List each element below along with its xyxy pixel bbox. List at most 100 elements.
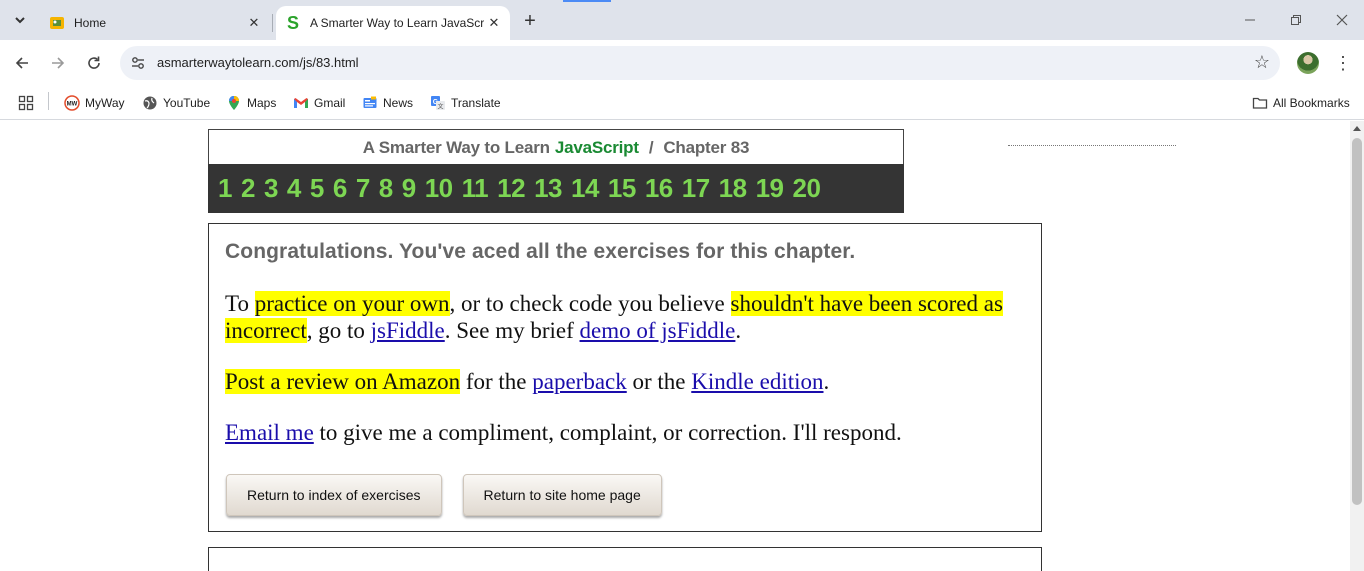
site-settings-icon[interactable]: [128, 53, 148, 73]
scrollbar-thumb[interactable]: [1352, 138, 1362, 505]
jsfiddle-demo-link[interactable]: demo of jsFiddle: [580, 318, 736, 343]
paperback-link[interactable]: paperback: [532, 369, 627, 394]
chapter-link-17[interactable]: 17: [682, 173, 710, 204]
chapter-link-12[interactable]: 12: [497, 173, 525, 204]
chapter-link-6[interactable]: 6: [333, 173, 347, 204]
bookmark-label: Gmail: [314, 96, 346, 110]
chapter-link-11[interactable]: 11: [462, 173, 489, 204]
chapter-link-2[interactable]: 2: [241, 173, 255, 204]
chapter-link-4[interactable]: 4: [287, 173, 301, 204]
reload-icon[interactable]: [82, 51, 106, 75]
kindle-link[interactable]: Kindle edition: [691, 369, 823, 394]
bookmark-youtube[interactable]: YouTube: [142, 92, 210, 114]
address-bar[interactable]: asmarterwaytolearn.com/js/83.html ☆: [120, 46, 1280, 80]
chapter-link-7[interactable]: 7: [356, 173, 370, 204]
bookmark-label: YouTube: [163, 96, 211, 110]
chapter-link-18[interactable]: 18: [719, 173, 747, 204]
chapter-link-8[interactable]: 8: [379, 173, 393, 204]
title-language: JavaScript: [554, 137, 639, 157]
chapter-number-nav: 1 2 3 4 5 6 7 8 9 10 11 12 13 14 15 16 17 18 19 20: [208, 164, 904, 213]
myway-icon: MW: [64, 95, 80, 111]
translate-icon: G文: [430, 95, 446, 111]
tab-strip: Home ✕ S A Smarter Way to Learn JavaScr …: [0, 0, 1364, 40]
chapter-link-14[interactable]: 14: [571, 173, 599, 204]
bookmark-label: MyWay: [85, 96, 125, 110]
close-icon[interactable]: ✕: [244, 13, 264, 33]
tab-title: A Smarter Way to Learn JavaScr: [310, 16, 484, 30]
return-home-button[interactable]: Return to site home page: [462, 474, 662, 516]
chapter-link-9[interactable]: 9: [402, 173, 416, 204]
bookmark-label: Maps: [247, 96, 277, 110]
jsfiddle-link[interactable]: jsFiddle: [371, 318, 445, 343]
folder-icon: [1252, 95, 1268, 111]
congratulations-heading: Congratulations. You've aced all the exe…: [225, 240, 856, 263]
chapter-link-16[interactable]: 16: [645, 173, 673, 204]
chevron-down-icon: [15, 17, 25, 24]
email-link[interactable]: Email me: [225, 420, 314, 445]
bookmark-star-icon[interactable]: ☆: [1254, 52, 1270, 73]
chapter-link-13[interactable]: 13: [534, 173, 562, 204]
all-bookmarks-label: All Bookmarks: [1273, 96, 1350, 110]
text: , or to check code you believe: [449, 291, 731, 316]
title-prefix: A Smarter Way to Learn: [362, 137, 550, 157]
scroll-up-arrow-icon[interactable]: [1353, 126, 1361, 131]
button-row: Return to index of exercises Return to s…: [226, 474, 683, 516]
vertical-scrollbar[interactable]: [1350, 121, 1364, 571]
return-index-button[interactable]: Return to index of exercises: [226, 474, 442, 516]
tab-home[interactable]: Home ✕: [40, 6, 270, 40]
bookmark-label: Translate: [451, 96, 501, 110]
smarter-way-favicon-icon: S: [286, 13, 299, 33]
text: .: [823, 369, 830, 394]
text: to give me a compliment, complaint, or c…: [313, 420, 902, 445]
profile-avatar[interactable]: [1297, 52, 1319, 74]
maps-icon: [226, 95, 242, 111]
restore-icon[interactable]: [1286, 10, 1306, 30]
review-paragraph: Post a review on Amazon for the paperbac…: [225, 368, 1025, 395]
chapter-link-5[interactable]: 5: [310, 173, 324, 204]
close-window-icon[interactable]: [1332, 10, 1352, 30]
text: To: [225, 291, 255, 316]
tab-activity-indicator: [563, 0, 611, 2]
svg-text:文: 文: [437, 103, 443, 111]
back-arrow-icon[interactable]: [10, 51, 34, 75]
next-section-box: [208, 547, 1042, 571]
highlight-practice: practice on your own: [254, 291, 450, 316]
all-bookmarks[interactable]: All Bookmarks: [1252, 92, 1350, 114]
tab-title: Home: [74, 16, 107, 30]
chapter-link-1[interactable]: 1: [218, 173, 232, 204]
highlight-review: Post a review on Amazon: [225, 369, 461, 394]
text: . See my brief: [444, 318, 580, 343]
tab-search-button[interactable]: [8, 8, 32, 32]
bookmark-label: News: [383, 96, 414, 110]
bookmark-translate[interactable]: G文 Translate: [430, 92, 501, 114]
apps-grid-icon[interactable]: [18, 92, 34, 114]
bookmark-myway[interactable]: MW MyWay: [64, 92, 125, 114]
bookmark-news[interactable]: News: [362, 92, 413, 114]
new-tab-button[interactable]: +: [518, 9, 542, 33]
tab-separator: [272, 14, 273, 32]
chapter-link-3[interactable]: 3: [264, 173, 278, 204]
forward-arrow-icon[interactable]: [46, 51, 70, 75]
close-icon[interactable]: ✕: [484, 13, 504, 33]
gmail-icon: [293, 95, 309, 111]
bookmark-maps[interactable]: Maps: [226, 92, 276, 114]
congratulations-panel: Congratulations. You've aced all the exe…: [208, 223, 1042, 532]
browser-toolbar: asmarterwaytolearn.com/js/83.html ☆ ⋮: [0, 40, 1364, 86]
email-paragraph: Email me to give me a compliment, compla…: [225, 419, 1025, 446]
chapter-link-19[interactable]: 19: [756, 173, 784, 204]
title-separator: /: [648, 137, 654, 157]
tab-smarter-way[interactable]: S A Smarter Way to Learn JavaScr ✕: [276, 6, 510, 40]
dotted-divider: [1008, 145, 1176, 147]
chapter-link-15[interactable]: 15: [608, 173, 636, 204]
chapter-link-20[interactable]: 20: [793, 173, 821, 204]
minimize-icon[interactable]: [1240, 10, 1260, 30]
url-text[interactable]: asmarterwaytolearn.com/js/83.html: [157, 55, 359, 70]
more-menu-icon[interactable]: ⋮: [1333, 51, 1353, 75]
chapter-link-10[interactable]: 10: [425, 173, 453, 204]
bookmark-gmail[interactable]: Gmail: [293, 92, 345, 114]
globe-icon: [142, 95, 158, 111]
chapter-label: Chapter 83: [663, 137, 750, 157]
bookmarks-bar: MW MyWay YouTube Maps Gmail News G文 Tran…: [0, 86, 1364, 120]
svg-text:MW: MW: [67, 102, 78, 108]
page-viewport: A Smarter Way to Learn JavaScript / Chap…: [0, 121, 1350, 571]
